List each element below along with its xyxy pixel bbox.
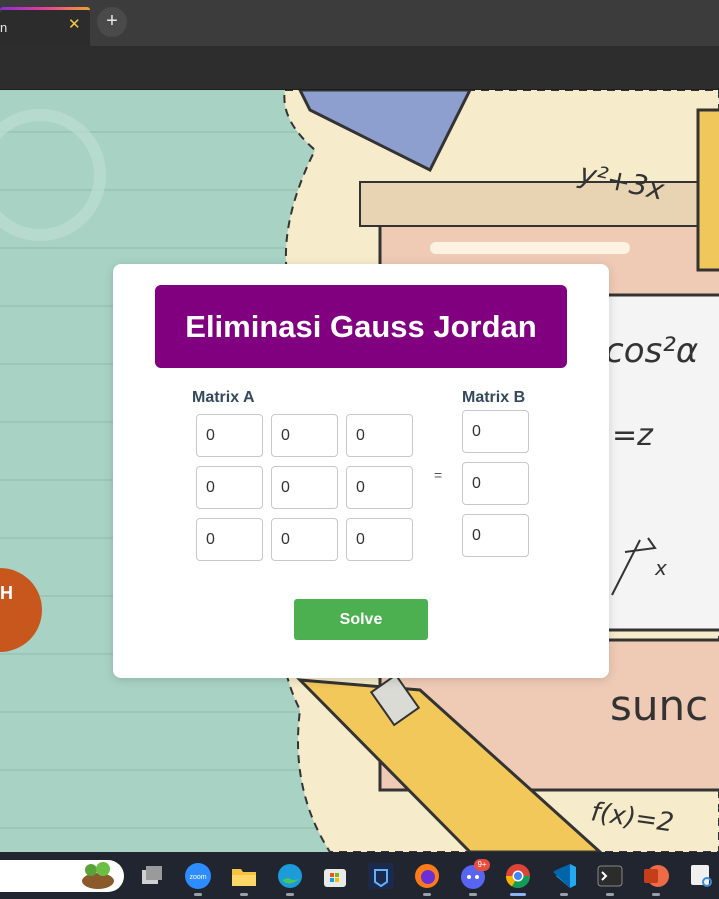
matrix-b-cell-3[interactable]	[462, 514, 529, 557]
vscode-running-indicator	[560, 893, 568, 896]
search-decoration-icon	[82, 862, 114, 889]
doodle-cos: cos²α	[605, 331, 698, 371]
browser-tab[interactable]: n ✕	[0, 7, 90, 46]
zoom-icon[interactable]: zoom	[184, 862, 212, 890]
terminal-running-indicator	[606, 893, 614, 896]
vscode-icon[interactable]	[550, 862, 578, 890]
zoom-running-indicator	[194, 893, 202, 896]
tab-close-icon[interactable]: ✕	[68, 16, 81, 34]
svg-text:zoom: zoom	[189, 874, 206, 881]
task-view-icon[interactable]	[138, 862, 166, 890]
matrix-a-cell-2-3[interactable]	[346, 466, 413, 509]
browser-toolbar	[0, 46, 719, 90]
matrix-b-label: Matrix B	[462, 389, 526, 406]
title-banner: Eliminasi Gauss Jordan	[155, 285, 567, 368]
new-tab-button[interactable]: +	[97, 7, 127, 37]
folder-icon[interactable]	[230, 862, 258, 890]
matrix-a-cell-1-2[interactable]	[271, 414, 338, 457]
edge-icon[interactable]	[276, 862, 304, 890]
chrome-active-indicator	[510, 893, 526, 896]
terminal-icon[interactable]	[596, 862, 624, 890]
doodle-sunc: sunc	[610, 681, 708, 730]
page-title: Eliminasi Gauss Jordan	[185, 308, 537, 344]
matrix-b-cell-2[interactable]	[462, 462, 529, 505]
edge-running-indicator	[286, 893, 294, 896]
windows-taskbar: zoom 9+	[0, 852, 719, 899]
tab-accent-bar	[0, 7, 90, 10]
firefox-icon[interactable]	[413, 862, 441, 890]
matrix-b-cell-1[interactable]	[462, 410, 529, 453]
folder-running-indicator	[240, 893, 248, 896]
browser-tabbar: n ✕ +	[0, 0, 719, 46]
snipping-tool-icon[interactable]	[688, 862, 716, 890]
orange-badge-letter: H	[0, 583, 13, 603]
doodle-x: x	[654, 556, 667, 580]
matrix-a-cell-3-3[interactable]	[346, 518, 413, 561]
solve-button[interactable]: Solve	[294, 599, 428, 640]
matrix-a-label: Matrix A	[192, 389, 255, 406]
taskbar-search-box[interactable]	[0, 860, 124, 892]
matrix-a-cell-2-2[interactable]	[271, 466, 338, 509]
matrix-a-cell-1-3[interactable]	[346, 414, 413, 457]
security-icon[interactable]	[367, 862, 395, 890]
matrix-a-cell-1-1[interactable]	[196, 414, 263, 457]
equals-sign: =	[434, 467, 443, 483]
matrix-a-cell-3-2[interactable]	[271, 518, 338, 561]
matrix-a-cell-3-1[interactable]	[196, 518, 263, 561]
store-icon[interactable]	[321, 862, 349, 890]
chrome-icon[interactable]	[504, 862, 532, 890]
discord-badge: 9+	[474, 859, 490, 871]
tab-title: n	[0, 20, 8, 35]
discord-running-indicator	[469, 893, 477, 896]
matrix-a-cell-2-1[interactable]	[196, 466, 263, 509]
gauss-jordan-card: Eliminasi Gauss Jordan Matrix A Matrix B…	[113, 264, 609, 678]
firefox-running-indicator	[423, 893, 431, 896]
powerpoint-running-indicator	[652, 893, 660, 896]
powerpoint-icon[interactable]	[642, 862, 670, 890]
doodle-z: =z	[612, 418, 654, 453]
